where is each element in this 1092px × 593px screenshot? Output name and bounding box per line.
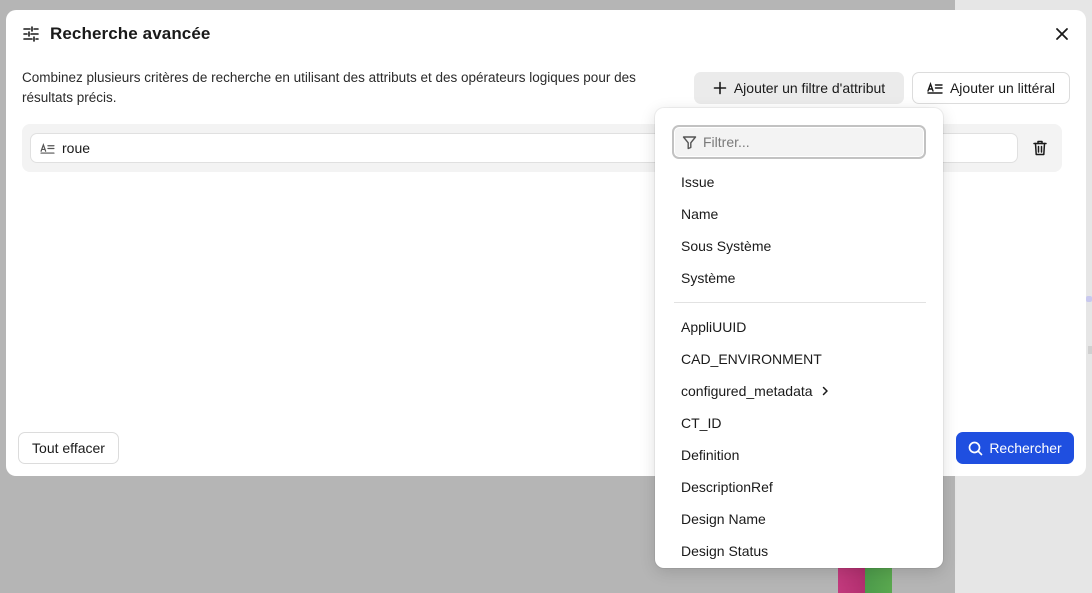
- clear-all-button[interactable]: Tout effacer: [18, 432, 119, 464]
- sliders-icon: [22, 25, 40, 43]
- menu-item-name[interactable]: Name: [681, 203, 921, 225]
- backdrop-fragment: [1086, 296, 1092, 302]
- text-literal-icon: [927, 82, 943, 94]
- delete-criterion-button[interactable]: [1030, 138, 1050, 158]
- chevron-right-icon: [822, 386, 828, 396]
- search-button-label: Rechercher: [989, 440, 1062, 456]
- menu-item-design-status[interactable]: Design Status: [681, 540, 921, 562]
- dialog-title: Recherche avancée: [50, 24, 211, 43]
- search-icon: [968, 441, 983, 455]
- trash-icon: [1033, 140, 1047, 156]
- menu-item-definition[interactable]: Definition: [681, 444, 921, 466]
- menu-item-configured-metadata[interactable]: configured_metadata: [681, 380, 921, 402]
- add-literal-button[interactable]: Ajouter un littéral: [912, 72, 1070, 104]
- dialog-description: Combinez plusieurs critères de recherche…: [22, 70, 636, 105]
- close-button[interactable]: [1052, 24, 1072, 44]
- add-attribute-filter-label: Ajouter un filtre d'attribut: [733, 80, 886, 96]
- attribute-dropdown: Issue Name Sous Système Système AppliUUI…: [655, 108, 943, 568]
- menu-item-label: configured_metadata: [681, 383, 813, 399]
- menu-item-sous-systeme[interactable]: Sous Système: [681, 235, 921, 257]
- add-literal-label: Ajouter un littéral: [949, 80, 1056, 96]
- menu-item-appliuuid[interactable]: AppliUUID: [681, 316, 921, 338]
- filter-field[interactable]: [672, 125, 926, 159]
- menu-item-design-name[interactable]: Design Name: [681, 508, 921, 530]
- menu-item-descriptionref[interactable]: DescriptionRef: [681, 476, 921, 498]
- menu-item-ct-id[interactable]: CT_ID: [681, 412, 921, 434]
- text-literal-icon: [40, 142, 55, 154]
- menu-item-issue[interactable]: Issue: [681, 171, 921, 193]
- filter-input[interactable]: [703, 134, 913, 150]
- plus-icon: [713, 81, 727, 95]
- backdrop-fragment: [1088, 346, 1092, 354]
- backdrop-image-fragment: [838, 565, 892, 593]
- menu-item-systeme[interactable]: Système: [681, 267, 921, 289]
- close-icon: [1056, 28, 1068, 40]
- dialog-header: Recherche avancée: [22, 24, 210, 44]
- literal-value: roue: [62, 140, 91, 156]
- funnel-icon: [682, 135, 697, 149]
- menu-item-cad-environment[interactable]: CAD_ENVIRONMENT: [681, 348, 921, 370]
- search-button[interactable]: Rechercher: [956, 432, 1074, 464]
- add-attribute-filter-button[interactable]: Ajouter un filtre d'attribut: [694, 72, 904, 104]
- menu-divider: [674, 302, 926, 303]
